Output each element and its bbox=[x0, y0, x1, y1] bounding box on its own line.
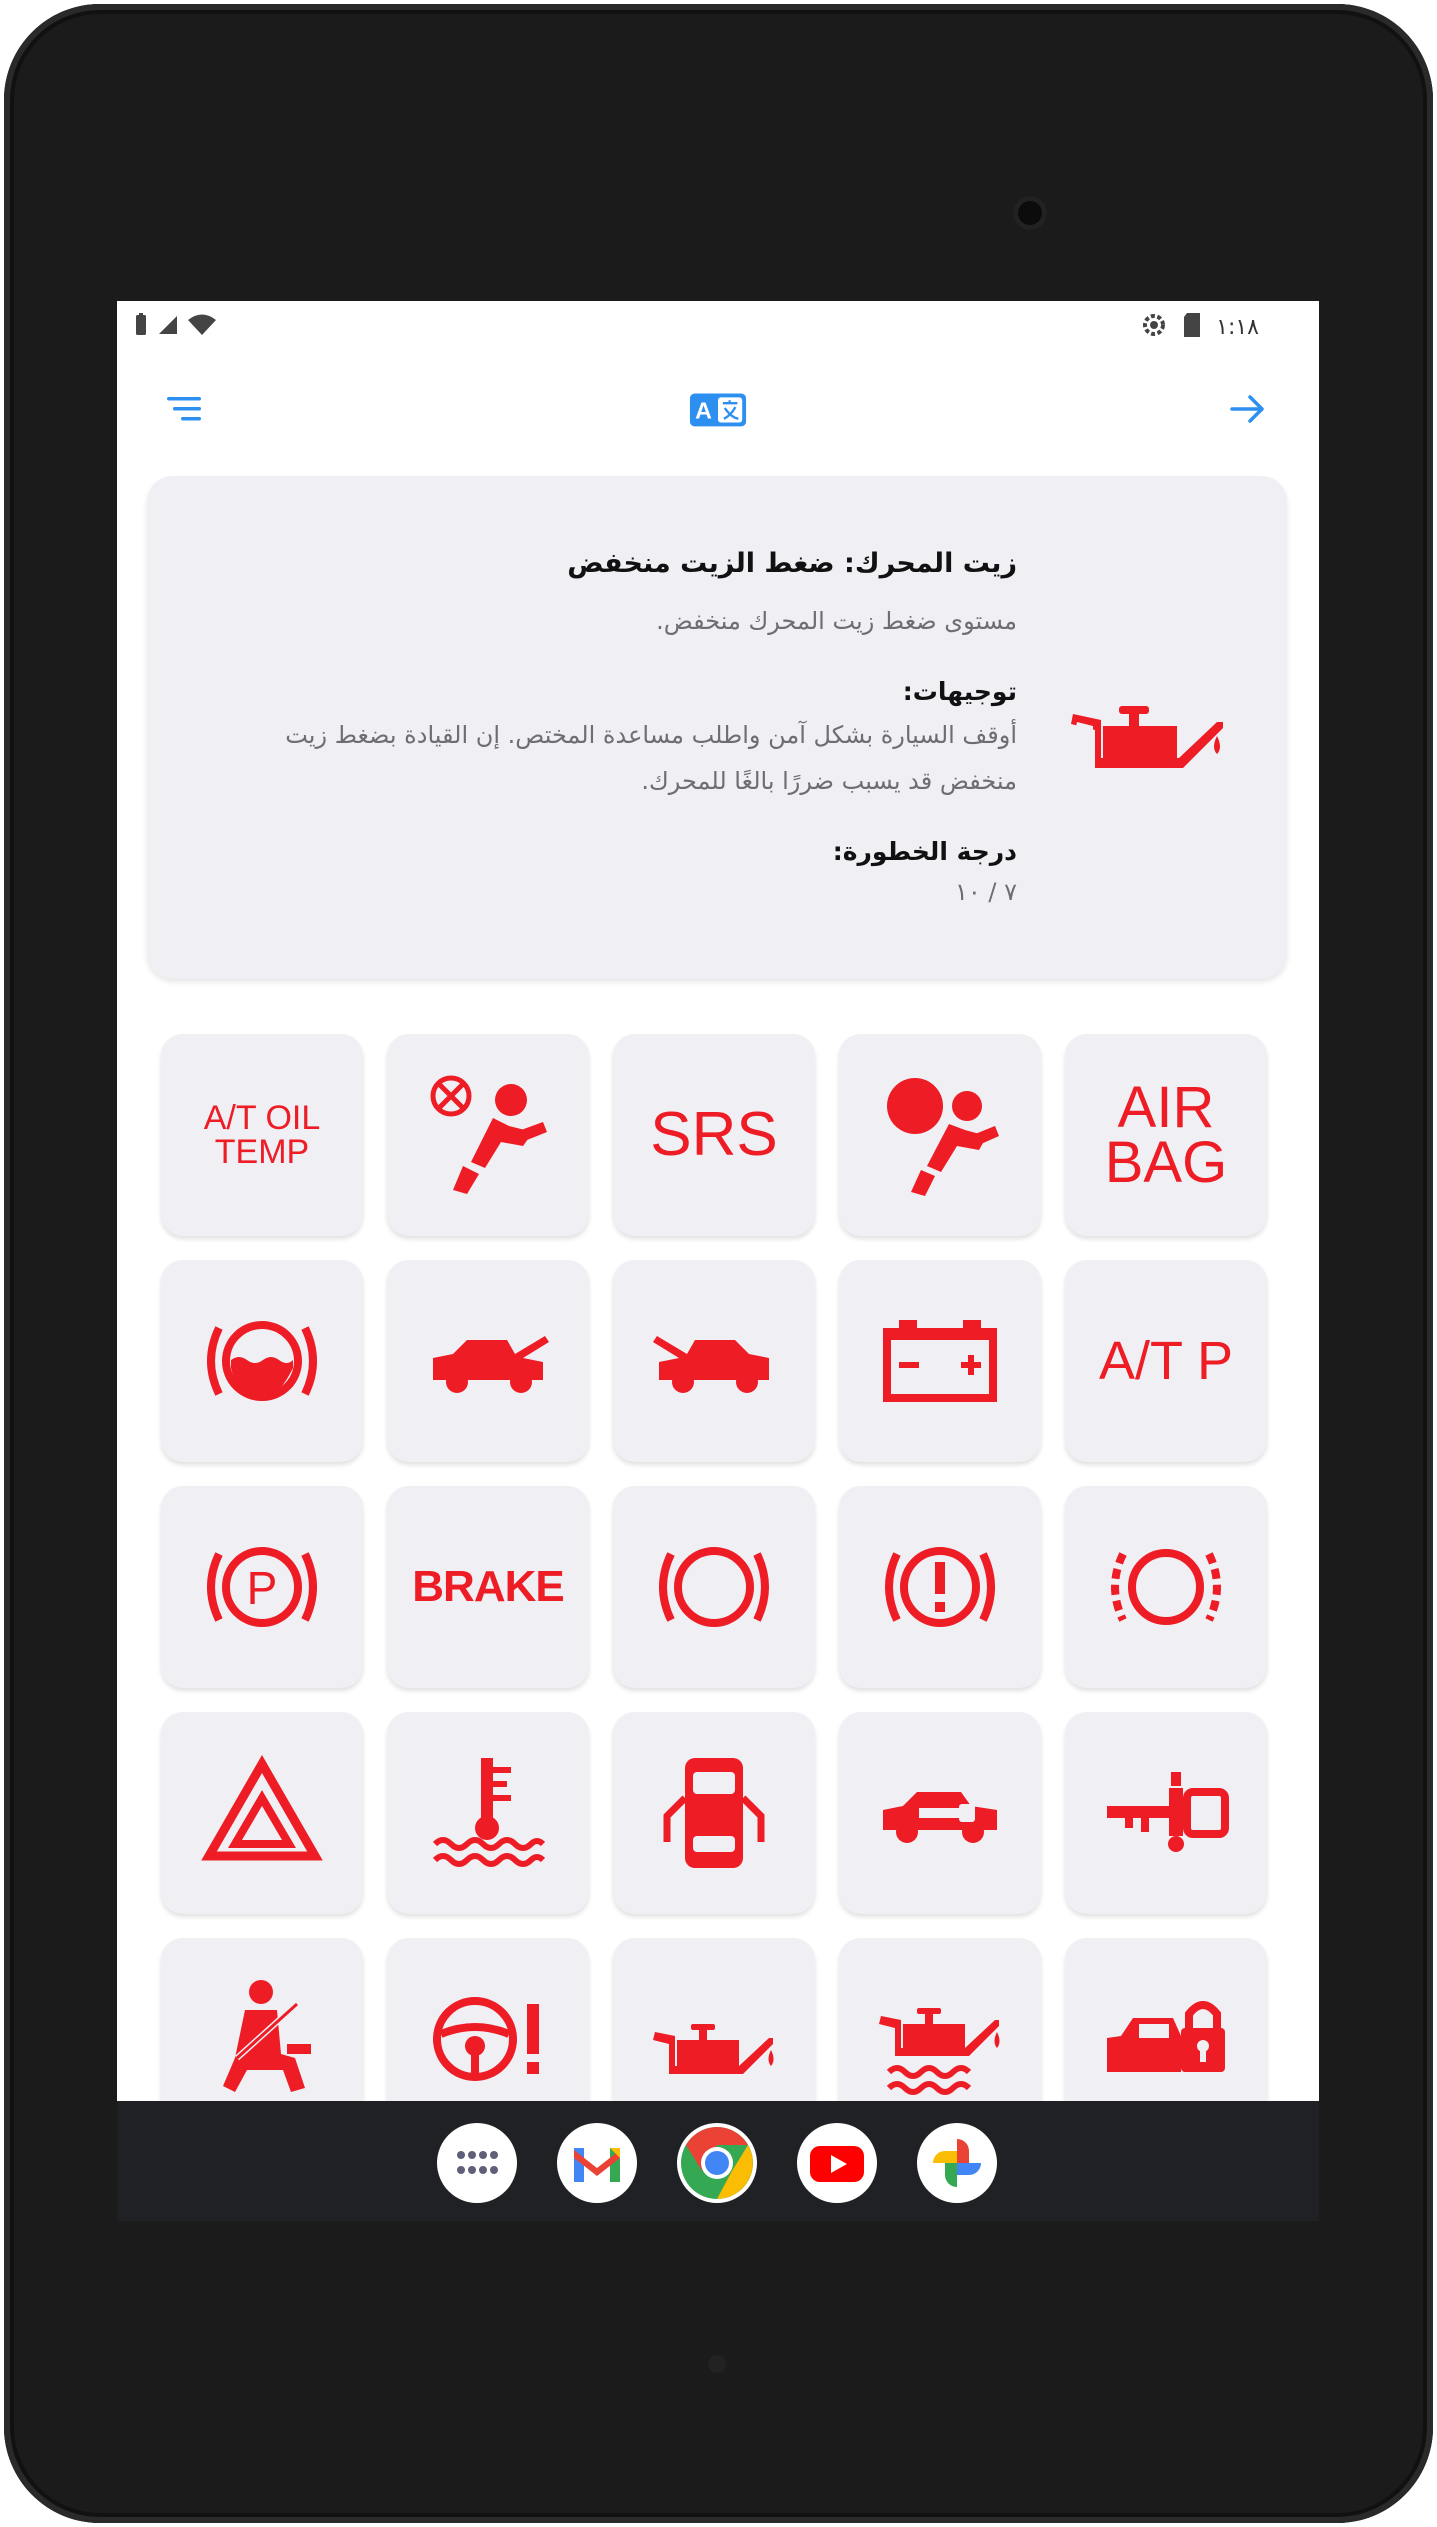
chrome-icon bbox=[681, 2127, 753, 2199]
front-camera bbox=[1013, 196, 1047, 230]
tile-label: A/T OIL TEMP bbox=[203, 1099, 321, 1171]
tile-at-p[interactable]: A/T P bbox=[1065, 1260, 1267, 1462]
svg-text:A: A bbox=[695, 398, 712, 424]
tile-hazard[interactable] bbox=[161, 1712, 363, 1914]
youtube-icon bbox=[810, 2146, 864, 2182]
brake-circle-icon bbox=[659, 1547, 769, 1627]
forward-button[interactable] bbox=[1218, 379, 1278, 439]
tile-label: AIR BAG bbox=[1104, 1074, 1228, 1195]
oil-level-icon bbox=[879, 2008, 1000, 2095]
app-drawer-icon bbox=[457, 2151, 498, 2174]
tile-label: BRAKE bbox=[412, 1562, 564, 1611]
car-key-icon bbox=[883, 1792, 997, 1843]
app-dock bbox=[117, 2101, 1319, 2221]
warning-description: مستوى ضغط زيت المحرك منخفض. bbox=[656, 607, 1017, 635]
clock: ١:١٨ bbox=[1216, 314, 1259, 340]
airbag-icon bbox=[887, 1078, 999, 1196]
filter-menu-button[interactable] bbox=[155, 379, 215, 439]
steering-warning-icon bbox=[433, 1997, 539, 2081]
tile-door-open[interactable] bbox=[613, 1712, 815, 1914]
tile-battery[interactable] bbox=[839, 1260, 1041, 1462]
oil-can-icon bbox=[1071, 706, 1223, 768]
airbag-off-icon bbox=[430, 1075, 547, 1194]
photos-app[interactable] bbox=[917, 2123, 997, 2203]
settings-icon bbox=[1140, 311, 1168, 343]
filter-list-icon bbox=[167, 397, 201, 421]
app-toolbar: A bbox=[117, 351, 1319, 466]
door-open-icon bbox=[663, 1758, 765, 1868]
tile-immobilizer[interactable] bbox=[1065, 1712, 1267, 1914]
svg-text:P: P bbox=[247, 1562, 278, 1614]
car-lock-icon bbox=[1107, 2001, 1225, 2072]
sd-card-icon bbox=[1182, 312, 1202, 342]
brake-warning-icon bbox=[885, 1547, 995, 1627]
photos-icon bbox=[933, 2139, 981, 2187]
brake-pad-wear-icon bbox=[1111, 1549, 1221, 1625]
chrome-app[interactable] bbox=[677, 2123, 757, 2203]
tile-brake-fluid[interactable] bbox=[161, 1260, 363, 1462]
tile-airbag-off[interactable] bbox=[387, 1034, 589, 1236]
status-bar: ١:١٨ bbox=[117, 301, 1319, 351]
immobilizer-key-icon bbox=[1107, 1772, 1229, 1852]
trunk-open-icon bbox=[653, 1336, 769, 1393]
tile-brake-pad[interactable] bbox=[1065, 1486, 1267, 1688]
warning-detail-card: زيت المحرك: ضغط الزيت منخفض مستوى ضغط زي… bbox=[147, 476, 1287, 979]
tile-srs[interactable]: SRS bbox=[613, 1034, 815, 1236]
arrow-forward-icon bbox=[1230, 395, 1264, 423]
tile-brake-warning[interactable] bbox=[839, 1486, 1041, 1688]
translate-button[interactable]: A bbox=[688, 379, 748, 439]
tile-brake-circle[interactable] bbox=[613, 1486, 815, 1688]
hazard-triangle-icon bbox=[201, 1754, 323, 1861]
tile-car-key[interactable] bbox=[839, 1712, 1041, 1914]
hood-open-icon bbox=[433, 1336, 549, 1393]
brake-fluid-level-icon bbox=[207, 1321, 317, 1401]
coolant-temperature-icon bbox=[432, 1758, 546, 1867]
oil-can-icon bbox=[653, 2024, 774, 2074]
battery-icon bbox=[883, 1320, 997, 1402]
warning-title: زيت المحرك: ضغط الزيت منخفض bbox=[567, 548, 1017, 579]
frame-sensor bbox=[708, 2355, 726, 2373]
tile-label: SRS bbox=[650, 1100, 778, 1169]
gmail-app[interactable] bbox=[557, 2123, 637, 2203]
youtube-app[interactable] bbox=[797, 2123, 877, 2203]
screen: ١:١٨ A زيت المحرك: ضغط الزيت منخفض مستوى… bbox=[117, 301, 1319, 2221]
tile-airbag[interactable] bbox=[839, 1034, 1041, 1236]
signal-icon bbox=[157, 314, 179, 340]
seatbelt-icon bbox=[223, 1980, 311, 2092]
gmail-icon bbox=[574, 2148, 620, 2182]
parking-brake-icon: P bbox=[207, 1547, 317, 1627]
tile-hood-open[interactable] bbox=[387, 1260, 589, 1462]
warning-detail-text: زيت المحرك: ضغط الزيت منخفض مستوى ضغط زي… bbox=[217, 544, 1017, 912]
guidance-text: أوقف السيارة بشكل آمن واطلب مساعدة المخت… bbox=[285, 721, 1017, 795]
guidance-heading: توجيهات: bbox=[902, 677, 1017, 706]
battery-icon bbox=[133, 313, 149, 341]
severity-heading: درجة الخطورة: bbox=[832, 837, 1017, 866]
tile-air-bag[interactable]: AIR BAG bbox=[1065, 1034, 1267, 1236]
app-drawer-button[interactable] bbox=[437, 2123, 517, 2203]
wifi-icon bbox=[187, 314, 217, 340]
tile-trunk-open[interactable] bbox=[613, 1260, 815, 1462]
tile-label: A/T P bbox=[1098, 1331, 1234, 1391]
translate-icon: A bbox=[689, 393, 747, 427]
tile-at-oil-temp[interactable]: A/T OIL TEMP bbox=[161, 1034, 363, 1236]
severity-value: ٧ / ١٠ bbox=[954, 878, 1017, 906]
tile-coolant-temp[interactable] bbox=[387, 1712, 589, 1914]
tile-parking-brake[interactable]: P bbox=[161, 1486, 363, 1688]
tile-brake[interactable]: BRAKE bbox=[387, 1486, 589, 1688]
